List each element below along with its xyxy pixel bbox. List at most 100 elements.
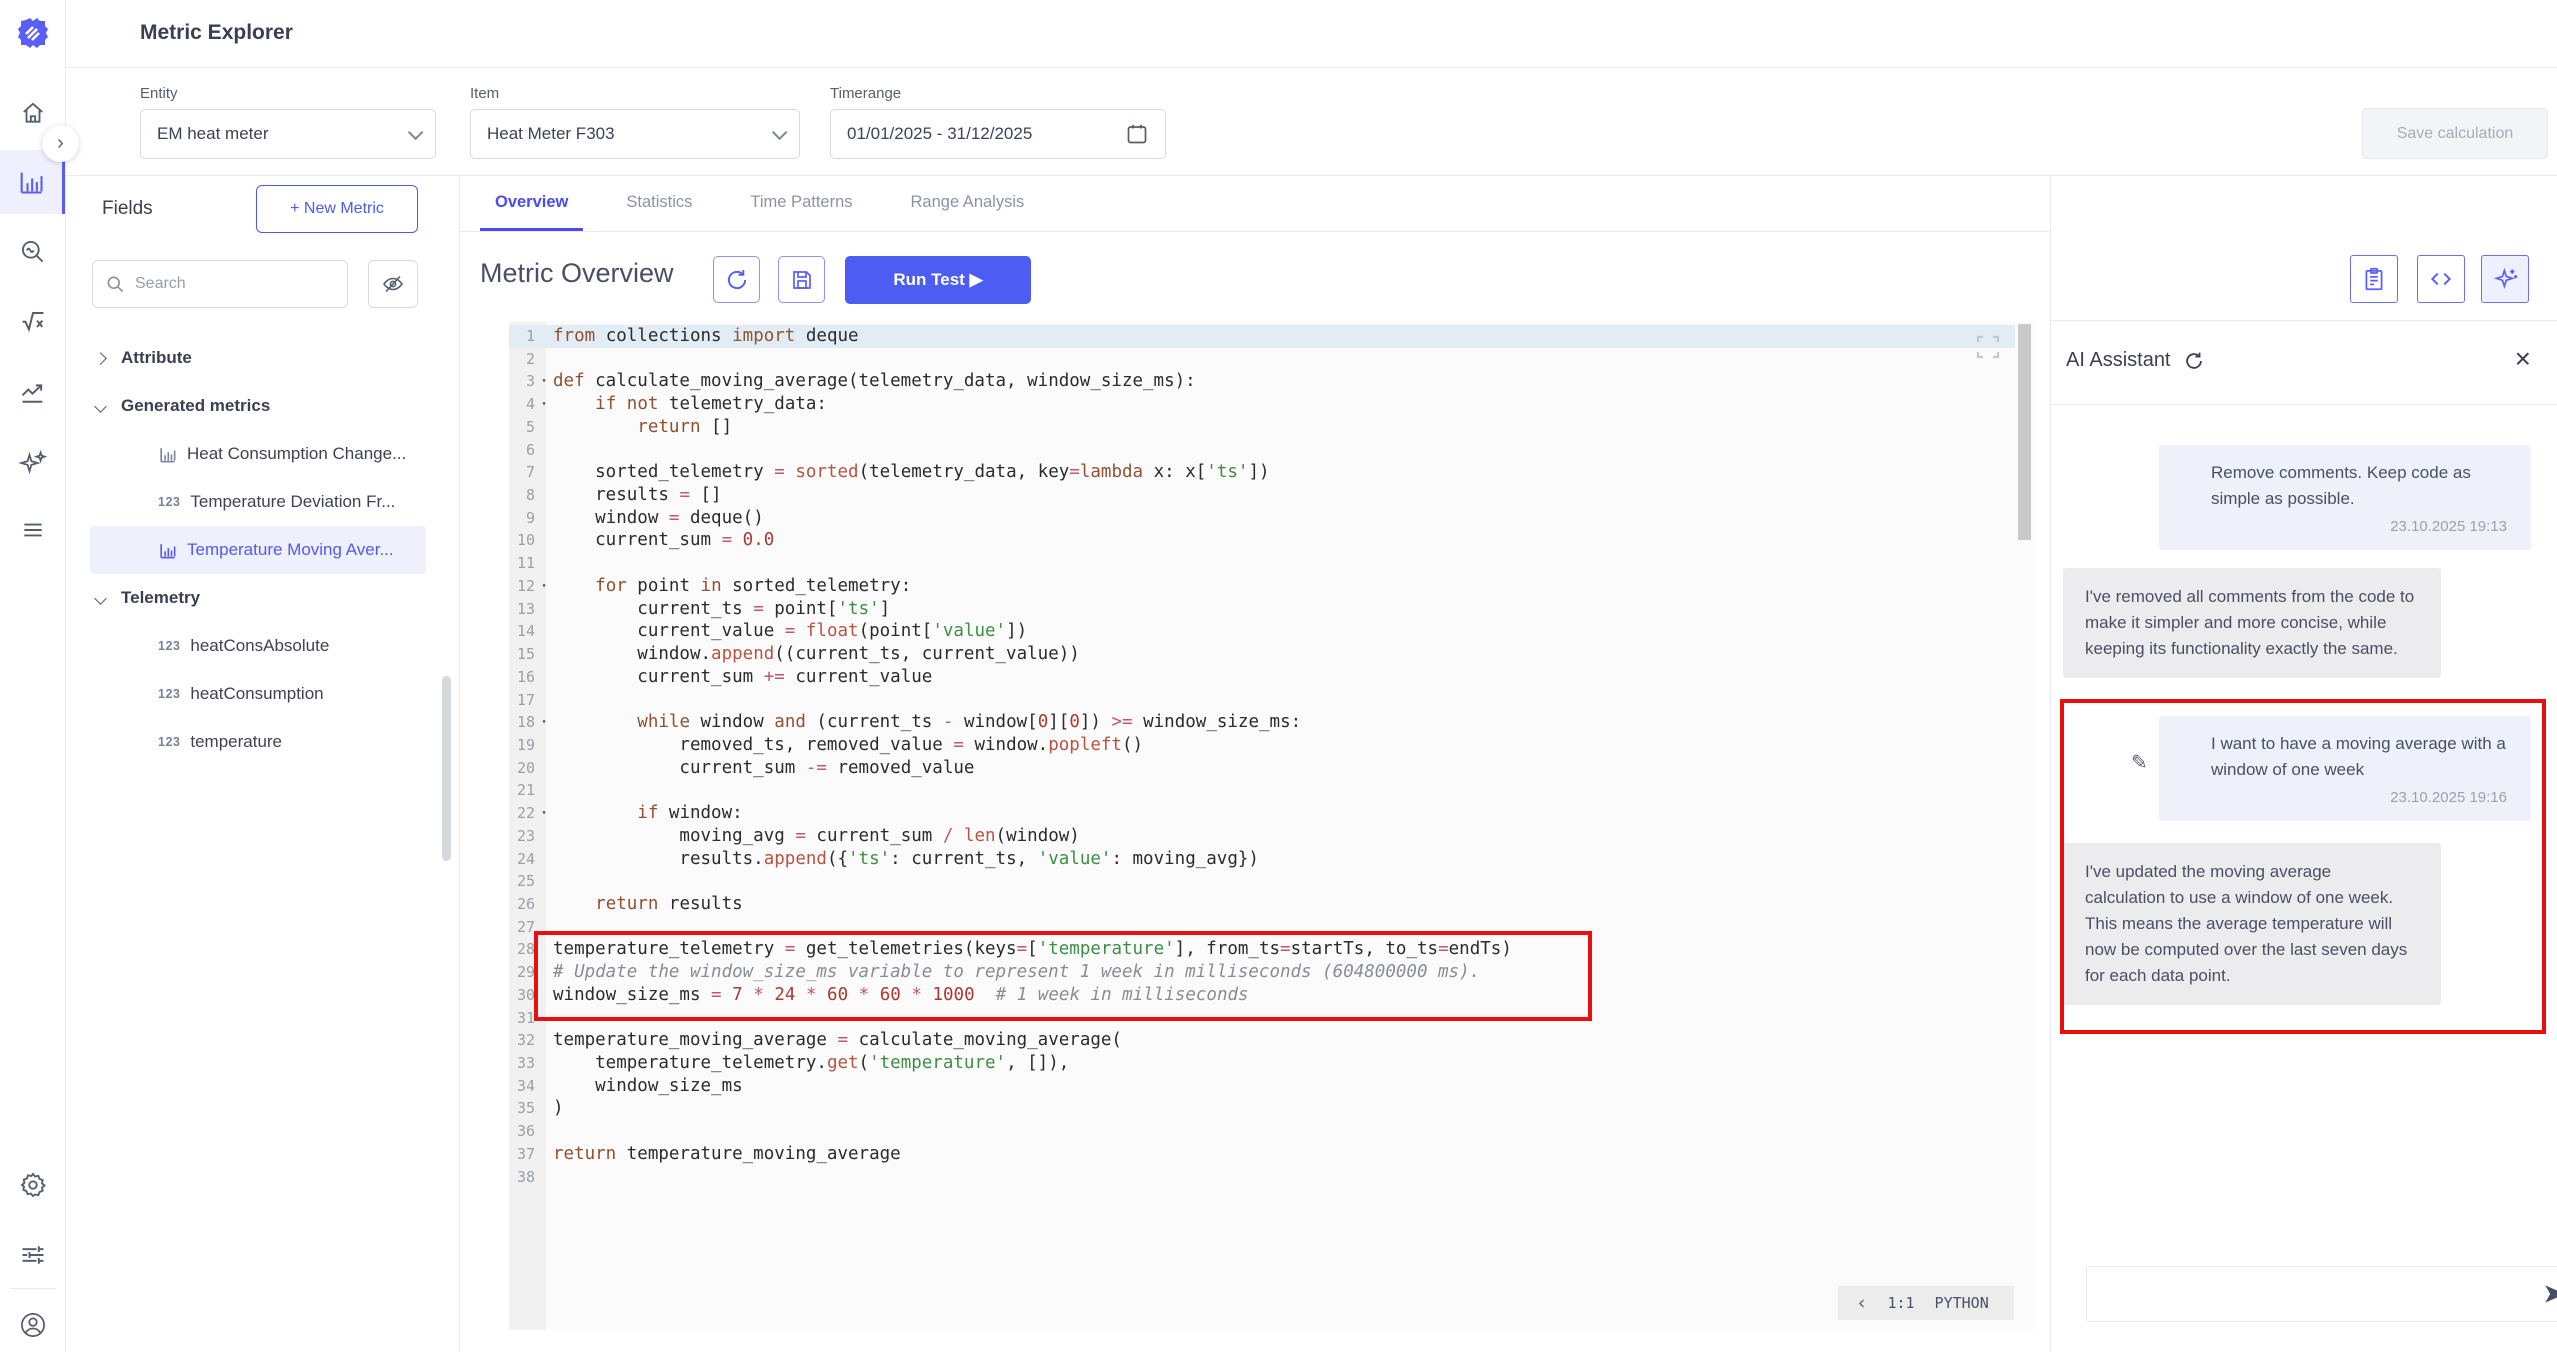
fold-marker-icon[interactable]: ▾: [539, 370, 549, 393]
fold-marker-icon[interactable]: ▾: [539, 393, 549, 416]
tab-statistics[interactable]: Statistics: [611, 176, 707, 231]
refresh-button[interactable]: [713, 256, 760, 303]
code-view-button[interactable]: [2417, 255, 2465, 303]
code-line-34[interactable]: 34 window_size_ms: [509, 1075, 2015, 1098]
tree-item-heatconsumption[interactable]: 123heatConsumption: [90, 670, 426, 718]
code-line-21[interactable]: 21​: [509, 779, 2015, 802]
chat-input[interactable]: [2087, 1267, 2542, 1321]
code-line-23[interactable]: 23 moving_avg = current_sum / len(window…: [509, 825, 2015, 848]
code-line-29[interactable]: 29# Update the window_size_ms variable t…: [509, 961, 2015, 984]
fold-marker-icon[interactable]: ▾: [539, 575, 549, 598]
code-line-9[interactable]: 9 window = deque(): [509, 507, 2015, 530]
code-line-16[interactable]: 16 current_sum += current_value: [509, 666, 2015, 689]
tree-section-generated-metrics[interactable]: Generated metrics: [66, 382, 446, 430]
code-line-25[interactable]: 25​: [509, 870, 2015, 893]
fold-marker-icon[interactable]: ▾: [539, 711, 549, 734]
code-line-35[interactable]: 35): [509, 1097, 2015, 1120]
tree-item-temperature-deviation-fr[interactable]: 123Temperature Deviation Fr...: [90, 478, 426, 526]
notes-button[interactable]: [2350, 255, 2398, 303]
tree-item-heatconsabsolute[interactable]: 123heatConsAbsolute: [90, 622, 426, 670]
fold-gutter: [539, 1007, 549, 1030]
line-number: 1: [509, 325, 539, 348]
code-line-13[interactable]: 13 current_ts = point['ts']: [509, 598, 2015, 621]
message-text: I've updated the moving average calculat…: [2085, 859, 2415, 989]
code-line-6[interactable]: 6​: [509, 439, 2015, 462]
code-line-24[interactable]: 24 results.append({'ts': current_ts, 'va…: [509, 848, 2015, 871]
sidebar-item-ai[interactable]: [0, 436, 65, 490]
reset-chat-icon[interactable]: [2183, 350, 2205, 372]
code-line-22[interactable]: 22▾ if window:: [509, 802, 2015, 825]
sidebar-item-trends[interactable]: [0, 366, 65, 420]
code-line-37[interactable]: 37return temperature_moving_average: [509, 1143, 2015, 1166]
sidebar-item-settings[interactable]: [0, 1158, 65, 1212]
code-line-33[interactable]: 33 temperature_telemetry.get('temperatur…: [509, 1052, 2015, 1075]
edit-message-icon[interactable]: ✎: [2131, 750, 2148, 776]
code-line-14[interactable]: 14 current_value = float(point['value']): [509, 620, 2015, 643]
fold-gutter: [539, 325, 549, 348]
editor-scrollbar[interactable]: [2018, 324, 2031, 540]
code-line-3[interactable]: 3▾def calculate_moving_average(telemetry…: [509, 370, 2015, 393]
save-icon-button[interactable]: [778, 256, 825, 303]
sidebar-item-menu[interactable]: [0, 503, 65, 557]
tree-section-attribute[interactable]: Attribute: [66, 334, 446, 382]
tab-range-analysis[interactable]: Range Analysis: [896, 176, 1040, 231]
code-line-28[interactable]: 28temperature_telemetry = get_telemetrie…: [509, 938, 2015, 961]
entity-select[interactable]: EM heat meter: [140, 109, 436, 159]
code-line-36[interactable]: 36​: [509, 1120, 2015, 1143]
code-line-32[interactable]: 32temperature_moving_average = calculate…: [509, 1029, 2015, 1052]
tree-item-temperature[interactable]: 123temperature: [90, 718, 426, 766]
tree-section-telemetry[interactable]: Telemetry: [66, 574, 446, 622]
code-line-30[interactable]: 30window_size_ms = 7 * 24 * 60 * 60 * 10…: [509, 984, 2015, 1007]
new-metric-button[interactable]: + New Metric: [256, 185, 418, 233]
code-line-12[interactable]: 12▾ for point in sorted_telemetry:: [509, 575, 2015, 598]
fold-gutter: [539, 1052, 549, 1075]
save-calculation-button[interactable]: Save calculation: [2362, 108, 2548, 159]
code-text: ​: [549, 870, 553, 893]
tab-time-patterns[interactable]: Time Patterns: [735, 176, 867, 231]
code-line-27[interactable]: 27​: [509, 916, 2015, 939]
code-line-18[interactable]: 18▾ while window and (current_ts - windo…: [509, 711, 2015, 734]
run-test-button[interactable]: Run Test ▶: [845, 256, 1031, 304]
code-line-2[interactable]: 2​: [509, 348, 2015, 371]
sidebar-item-preferences[interactable]: [0, 1228, 65, 1282]
sidebar-item-formulas[interactable]: [0, 293, 65, 347]
collapse-status-icon[interactable]: ‹: [1856, 1294, 1867, 1313]
code-line-15[interactable]: 15 window.append((current_ts, current_va…: [509, 643, 2015, 666]
line-number: 9: [509, 507, 539, 530]
line-number: 16: [509, 666, 539, 689]
code-line-11[interactable]: 11​: [509, 552, 2015, 575]
expand-sidebar-button[interactable]: ›: [42, 125, 79, 162]
code-text: current_ts = point['ts']: [549, 598, 890, 621]
fold-marker-icon[interactable]: ▾: [539, 802, 549, 825]
code-line-8[interactable]: 8 results = []: [509, 484, 2015, 507]
fullscreen-icon[interactable]: [1973, 332, 2003, 366]
close-icon[interactable]: ×: [2515, 345, 2531, 373]
sidebar-item-profile[interactable]: [0, 1298, 65, 1352]
code-line-4[interactable]: 4▾ if not telemetry_data:: [509, 393, 2015, 416]
code-line-7[interactable]: 7 sorted_telemetry = sorted(telemetry_da…: [509, 461, 2015, 484]
code-line-20[interactable]: 20 current_sum -= removed_value: [509, 757, 2015, 780]
item-select[interactable]: Heat Meter F303: [470, 109, 800, 159]
code-line-17[interactable]: 17​: [509, 689, 2015, 712]
timerange-select[interactable]: 01/01/2025 - 31/12/2025: [830, 109, 1166, 159]
ai-assistant-button[interactable]: [2481, 255, 2529, 303]
tab-overview[interactable]: Overview: [480, 176, 583, 231]
search-input[interactable]: [135, 275, 335, 293]
code-line-10[interactable]: 10 current_sum = 0.0: [509, 529, 2015, 552]
send-button[interactable]: [2542, 1281, 2557, 1307]
hide-fields-button[interactable]: [368, 260, 418, 308]
tree-item-heat-consumption-change[interactable]: Heat Consumption Change...: [90, 430, 426, 478]
code-line-38[interactable]: 38​: [509, 1166, 2015, 1189]
code-line-19[interactable]: 19 removed_ts, removed_value = window.po…: [509, 734, 2015, 757]
fields-scrollbar[interactable]: [442, 676, 451, 861]
sidebar-item-explore[interactable]: [0, 224, 65, 278]
code-line-1[interactable]: 1from collections import deque: [509, 325, 2015, 348]
line-number: 30: [509, 984, 539, 1007]
code-line-26[interactable]: 26 return results: [509, 893, 2015, 916]
code-text: window = deque(): [549, 507, 764, 530]
top-header: Metric Explorer: [66, 0, 2557, 68]
tree-item-temperature-moving-aver[interactable]: Temperature Moving Aver...: [90, 526, 426, 574]
code-line-31[interactable]: 31​: [509, 1007, 2015, 1030]
code-editor[interactable]: 1from collections import deque2​3▾def ca…: [509, 322, 2035, 1330]
code-line-5[interactable]: 5 return []: [509, 416, 2015, 439]
